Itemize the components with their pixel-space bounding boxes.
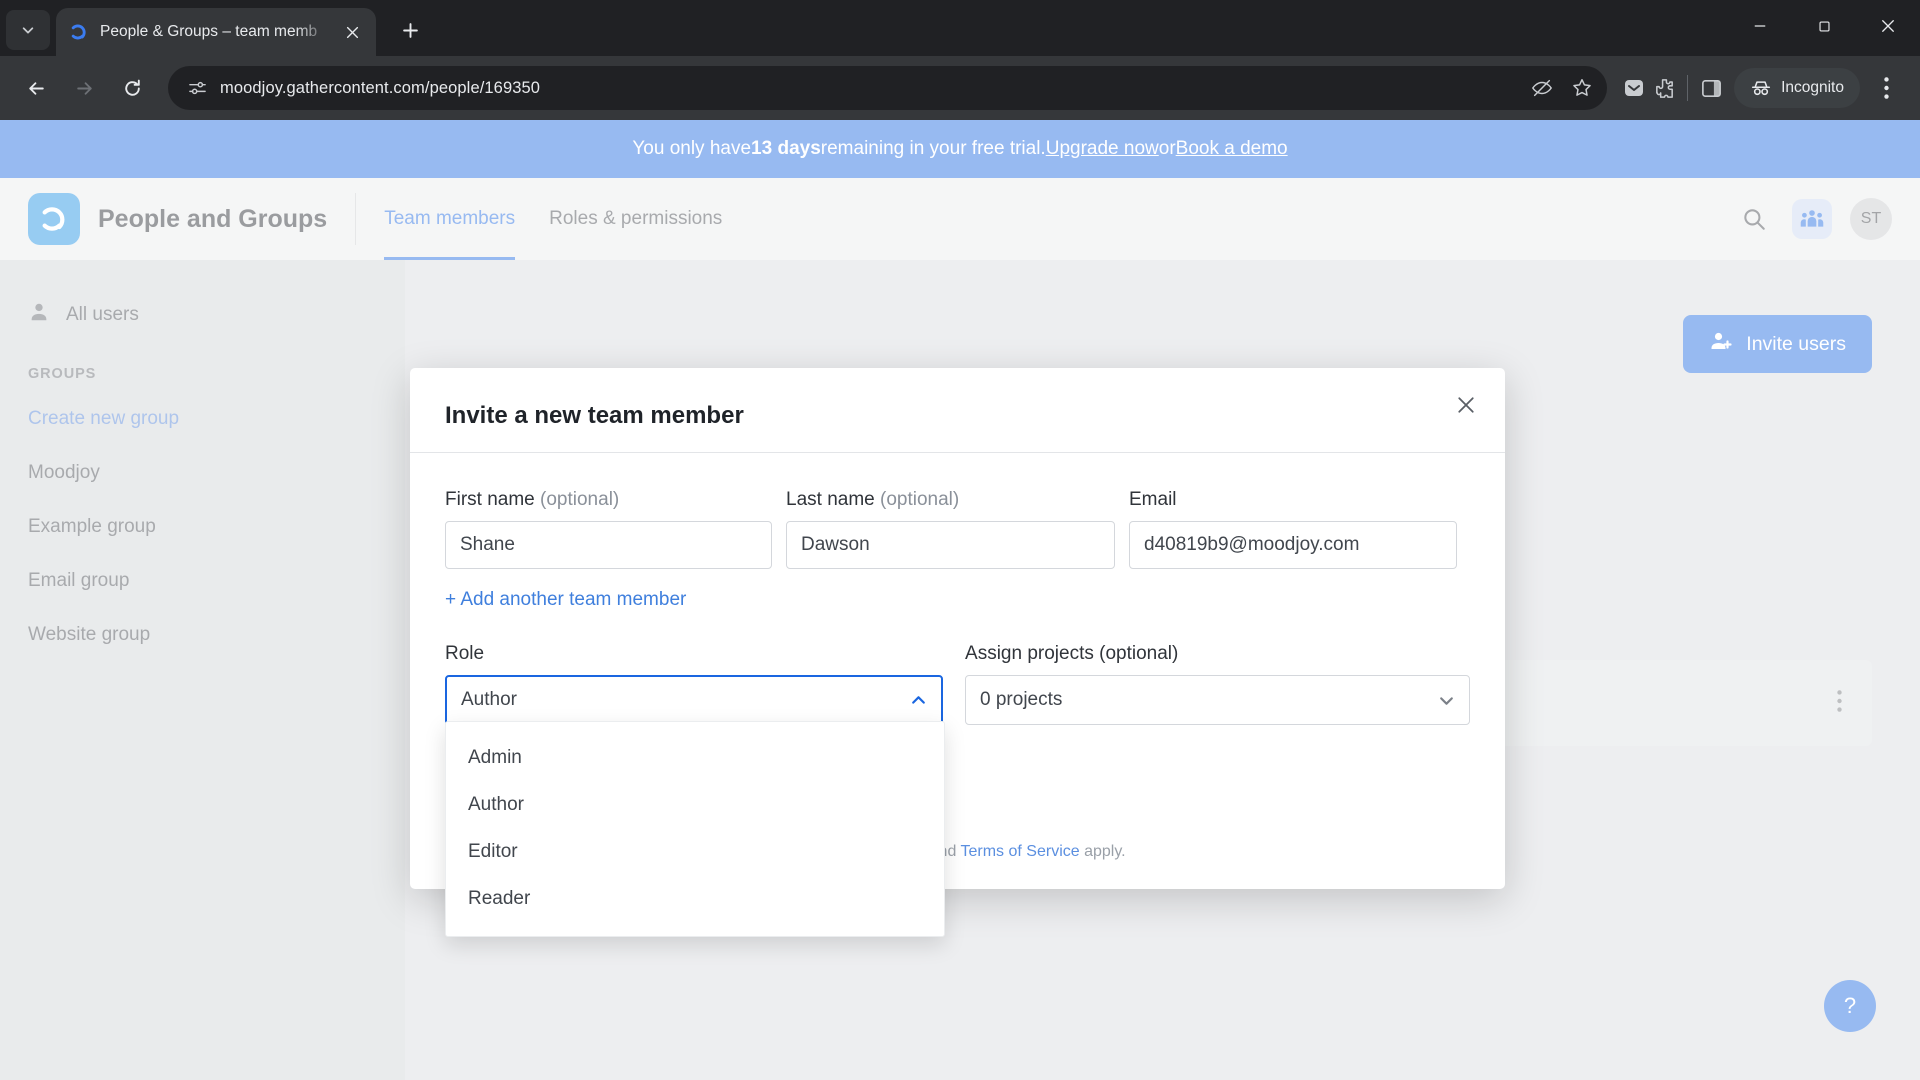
role-option-label: Author (468, 793, 524, 815)
first-name-label: First name (optional) (445, 489, 772, 511)
new-tab-button[interactable] (392, 12, 428, 48)
chevron-down-icon (1438, 692, 1455, 709)
role-selected-value: Author (461, 689, 517, 710)
role-option-reader[interactable]: Reader (446, 875, 944, 922)
reload-button[interactable] (110, 66, 154, 110)
browser-window: People & Groups – team memb moodjoy.gath… (0, 0, 1920, 1080)
page-viewport: You only have 13 days remaining in your … (0, 120, 1920, 1080)
add-another-team-member-link[interactable]: + Add another team member (445, 589, 1470, 611)
browser-toolbar: moodjoy.gathercontent.com/people/169350 … (0, 56, 1920, 120)
gathercontent-logo-icon (68, 21, 90, 43)
tab-close-icon[interactable] (340, 20, 364, 44)
side-panel-icon[interactable] (1698, 75, 1724, 101)
last-name-field-group: Last name (optional) Dawson (786, 489, 1115, 569)
extension-pocket-icon[interactable] (1621, 75, 1647, 101)
modal-title: Invite a new team member (445, 402, 744, 429)
role-option-label: Admin (468, 746, 522, 768)
name-email-row: First name (optional) Shane Last name (o… (445, 489, 1470, 569)
role-option-label: Editor (468, 840, 518, 862)
tab-search-chevron-icon[interactable] (6, 10, 50, 50)
back-button[interactable] (14, 66, 58, 110)
email-field[interactable]: d40819b9@moodjoy.com (1129, 521, 1457, 569)
assign-projects-value: 0 projects (980, 689, 1063, 710)
incognito-label: Incognito (1781, 79, 1844, 96)
bookmark-star-icon[interactable] (1569, 75, 1595, 101)
terms-of-service-link[interactable]: Terms of Service (961, 843, 1080, 860)
last-name-optional: (optional) (880, 489, 960, 510)
assign-projects-select[interactable]: 0 projects (965, 675, 1470, 725)
tracking-protection-icon[interactable] (1529, 75, 1555, 101)
browser-tab[interactable]: People & Groups – team memb (56, 8, 376, 56)
role-dropdown-menu: Admin Author Editor Reader (445, 721, 945, 937)
browser-menu-icon[interactable] (1866, 68, 1906, 108)
url-text: moodjoy.gathercontent.com/people/169350 (220, 78, 541, 97)
close-icon[interactable] (1449, 388, 1483, 422)
role-projects-row: Role Author Admin Author Editor Reader A… (445, 643, 1470, 937)
last-name-input[interactable]: Dawson (786, 521, 1115, 569)
incognito-indicator[interactable]: Incognito (1734, 68, 1860, 108)
forward-button[interactable] (62, 66, 106, 110)
role-label: Role (445, 643, 485, 664)
minimize-button[interactable] (1728, 0, 1792, 52)
incognito-icon (1752, 81, 1771, 96)
close-window-button[interactable] (1856, 0, 1920, 52)
tab-title: People & Groups – team memb (100, 23, 318, 40)
first-name-value: Shane (460, 534, 515, 555)
email-label-text: Email (1129, 489, 1177, 510)
chevron-up-icon (910, 692, 927, 709)
last-name-label-text: Last name (786, 489, 875, 510)
maximize-button[interactable] (1792, 0, 1856, 52)
recaptcha-suffix: apply. (1079, 843, 1126, 860)
site-settings-icon[interactable] (186, 77, 208, 99)
address-bar[interactable]: moodjoy.gathercontent.com/people/169350 (168, 66, 1608, 110)
role-select[interactable]: Author (445, 675, 944, 725)
assign-projects-field-group: Assign projects (optional) 0 projects (965, 643, 1470, 725)
first-name-field-group: First name (optional) Shane (445, 489, 772, 569)
modal-divider (410, 452, 1505, 453)
omnibox-actions (1529, 75, 1595, 101)
email-label: Email (1129, 489, 1457, 511)
role-option-label: Reader (468, 887, 531, 909)
tab-strip: People & Groups – team memb (0, 0, 1920, 56)
last-name-value: Dawson (801, 534, 870, 555)
first-name-optional: (optional) (540, 489, 620, 510)
assign-projects-label: Assign projects (optional) (965, 643, 1179, 664)
extensions-puzzle-icon[interactable] (1651, 75, 1677, 101)
last-name-label: Last name (optional) (786, 489, 1115, 511)
toolbar-divider (1687, 75, 1689, 101)
first-name-label-text: First name (445, 489, 535, 510)
role-option-editor[interactable]: Editor (446, 828, 944, 875)
first-name-input[interactable]: Shane (445, 521, 772, 569)
email-value: d40819b9@moodjoy.com (1144, 534, 1360, 555)
role-option-author[interactable]: Author (446, 781, 944, 828)
window-controls (1728, 0, 1920, 52)
role-field-group: Role Author Admin Author Editor Reader (445, 643, 945, 937)
email-field-group: Email d40819b9@moodjoy.com (1129, 489, 1457, 569)
role-option-admin[interactable]: Admin (446, 734, 944, 781)
invite-member-modal: Invite a new team member First name (opt… (410, 368, 1505, 937)
